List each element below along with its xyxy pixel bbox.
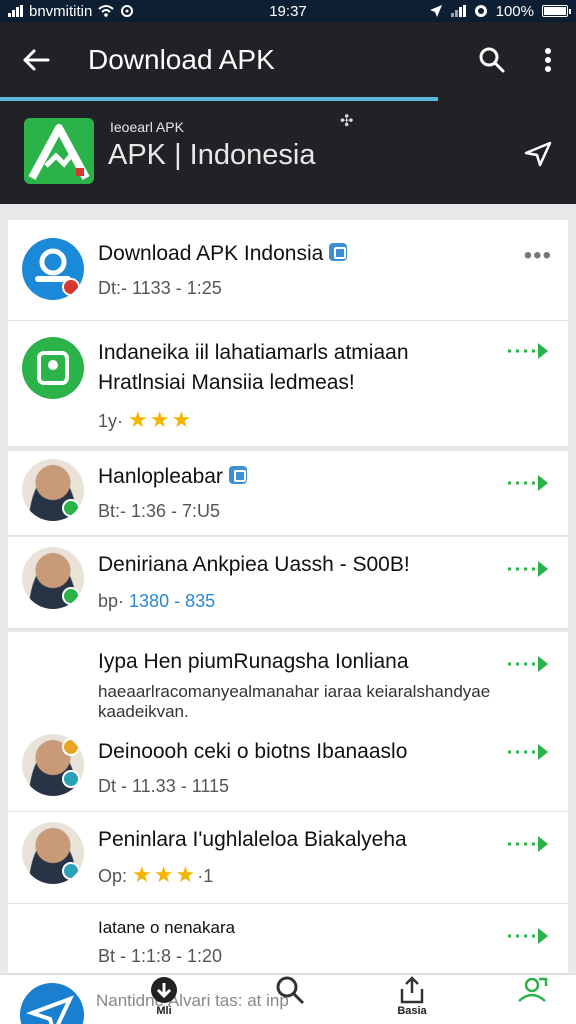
cell-signal-icon	[450, 5, 466, 17]
header-small-text: Ieoearl APK	[110, 119, 184, 135]
search-icon[interactable]	[464, 22, 520, 98]
battery-icon	[542, 5, 571, 17]
download-icon	[151, 977, 177, 1003]
item-title: Deinoooh ceki o biotns Ibanaaslo	[98, 740, 408, 763]
list-item[interactable]: Download APK Indonsia Dt:- 1133 - 1:25 •…	[8, 220, 568, 321]
location-icon	[429, 5, 442, 17]
star-rating-icon: ★★★	[128, 407, 194, 432]
item-title: Iypa Hen piumRunagsha Ionliana	[98, 650, 409, 673]
more-horiz-icon[interactable]: •••	[524, 242, 552, 270]
more-vert-icon[interactable]	[520, 22, 576, 98]
data-saver-icon	[474, 5, 487, 17]
back-icon[interactable]	[0, 22, 72, 98]
header-title: APK | Indonesia	[108, 139, 316, 171]
open-arrow-icon[interactable]	[506, 654, 554, 674]
nav-profile[interactable]	[510, 975, 554, 1024]
wifi-icon	[98, 5, 115, 17]
nav-share[interactable]: Basia	[390, 975, 434, 1024]
item-subtitle: Dt - 11.33 - 1115	[98, 776, 230, 796]
item-rating: 1y· ★★★	[98, 407, 194, 432]
sparkle-icon: ✣	[340, 113, 354, 130]
item-title: Hanlopleabar	[98, 465, 247, 489]
list-item[interactable]: Iypa Hen piumRunagsha Ionliana haeaarlra…	[8, 632, 568, 812]
open-arrow-icon[interactable]	[506, 834, 554, 854]
list-item[interactable]: Iatane o nenakara Bt - 1:1:8 - 1:20	[8, 904, 568, 974]
send-icon[interactable]	[522, 137, 554, 169]
page-title: Download APK	[88, 44, 275, 75]
item-rating: Op: ★★★·1	[98, 862, 214, 887]
open-arrow-icon[interactable]	[506, 926, 554, 946]
open-arrow-icon[interactable]	[506, 559, 554, 579]
app-list: Download APK Indonsia Dt:- 1133 - 1:25 •…	[0, 204, 576, 974]
app-bar: Download APK	[0, 22, 576, 98]
nav-download[interactable]: Mli	[144, 975, 184, 1024]
verified-icon	[228, 466, 247, 485]
share-icon	[400, 976, 424, 1004]
open-arrow-icon[interactable]	[506, 473, 554, 493]
item-subtitle: Bt - 1:1:8 - 1:20	[98, 946, 223, 966]
star-rating-icon: ★★★	[132, 862, 198, 887]
item-subtitle: bp· 1380 - 835	[98, 591, 216, 611]
item-title: Deniriana Ankpiea Uassh - S00B!	[98, 553, 410, 576]
carrier-text: bnvmititin	[29, 2, 93, 20]
profile-share-icon	[518, 977, 548, 1002]
item-title: Iatane o nenakara	[98, 918, 236, 937]
list-item[interactable]: Deniriana Ankpiea Uassh - S00B! bp· 1380…	[8, 537, 568, 629]
corner-send-icon[interactable]	[20, 983, 84, 1024]
bottom-navigation: Nantidne Alvari tas: at inp Mli Basia	[0, 974, 576, 1024]
app-icon	[22, 238, 84, 300]
app-icon	[22, 822, 84, 884]
item-description: haeaarlracomanyealmanahar iaraa keiarals…	[98, 682, 491, 721]
list-item[interactable]: Hanlopleabar Bt:- 1:36 - 7:U5	[8, 451, 568, 536]
verified-icon	[329, 243, 348, 262]
list-item[interactable]: Indaneika iil lahatiamarls atmiaan Hratl…	[8, 321, 568, 447]
bottom-background-text: Nantidne Alvari tas: at inp	[96, 991, 289, 1010]
status-bar: bnvmititin 19:37 100%	[0, 0, 576, 22]
battery-percent: 100%	[495, 2, 534, 20]
app-icon	[22, 459, 84, 521]
app-icon	[22, 734, 84, 796]
signal-icon	[8, 5, 23, 17]
open-arrow-icon[interactable]	[506, 341, 554, 361]
list-item[interactable]: Peninlara I'ughlaleloa Biakalyeha Op: ★★…	[8, 812, 568, 904]
apk-indonesia-logo	[24, 118, 94, 184]
open-arrow-icon[interactable]	[506, 742, 554, 762]
app-icon	[22, 337, 84, 399]
nav-search[interactable]	[272, 975, 308, 1024]
item-subtitle: Dt:- 1133 - 1:25	[98, 278, 222, 298]
item-title-line2: Hratlnsiai Mansiia ledmeas!	[98, 371, 355, 394]
app-header-banner: Ieoearl APK APK | Indonesia ✣	[0, 101, 576, 204]
item-title: Indaneika iil lahatiamarls atmiaan	[98, 341, 409, 364]
app-icon	[22, 547, 84, 609]
item-title: Peninlara I'ughlaleloa Biakalyeha	[98, 828, 407, 851]
search-icon	[276, 976, 305, 1005]
sync-icon	[121, 5, 134, 17]
item-title: Download APK Indonsia	[98, 242, 348, 266]
item-subtitle: Bt:- 1:36 - 7:U5	[98, 501, 221, 521]
